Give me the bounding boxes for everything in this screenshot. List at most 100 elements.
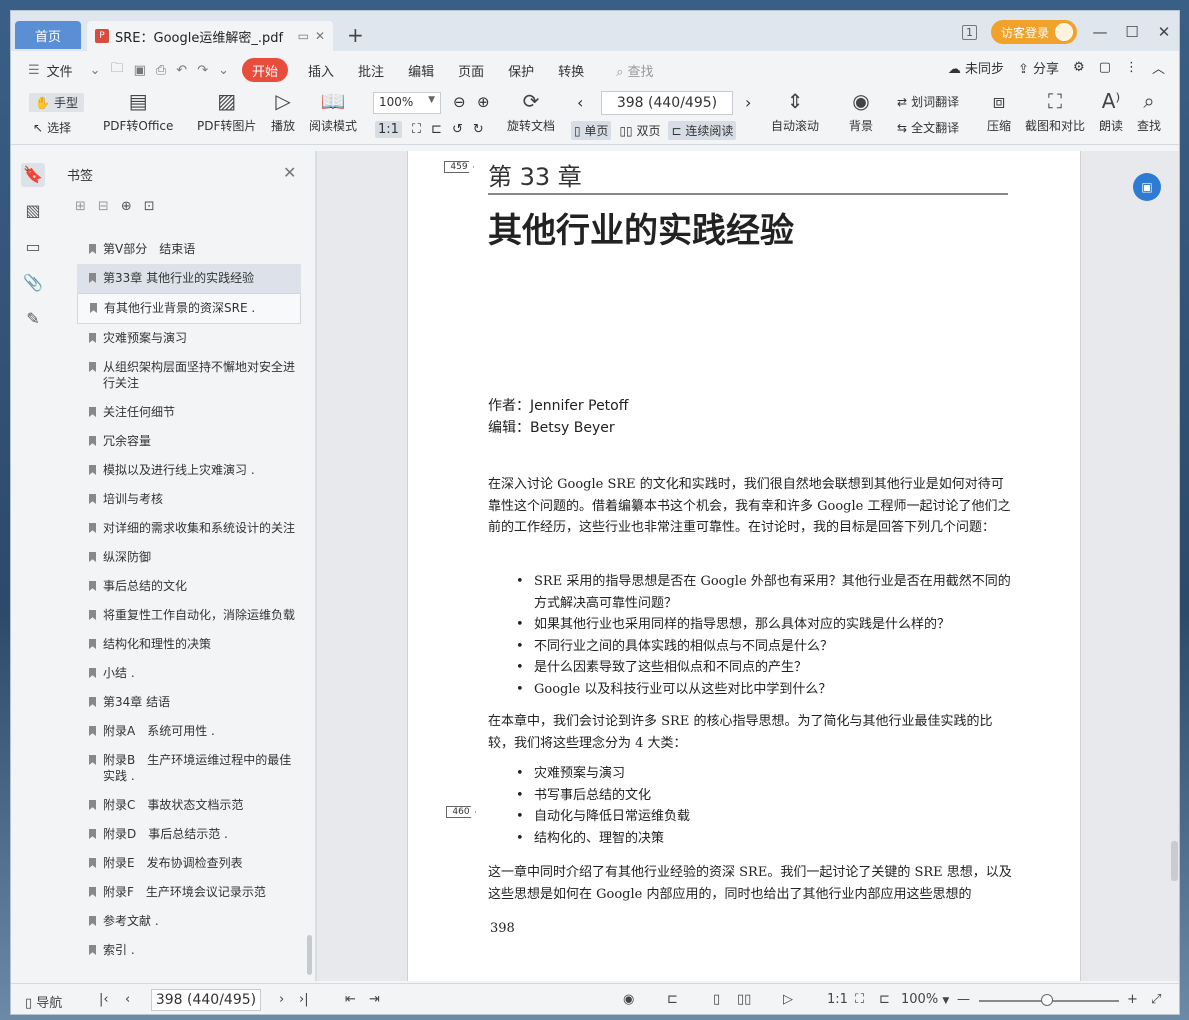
search-input[interactable]: ⌕ 查找	[596, 61, 673, 80]
continuous-read-button[interactable]: ⊏ 连续阅读	[668, 121, 737, 140]
page-number-input[interactable]: 398 (440/495)	[601, 91, 733, 115]
list-item[interactable]: 附录E 发布协调检查列表	[77, 849, 301, 878]
fit-page-icon[interactable]: ⛶	[412, 122, 421, 137]
list-item[interactable]: 结构化和理性的决策	[77, 630, 301, 659]
read-aloud-button[interactable]: A⁾ 朗读	[1099, 89, 1123, 134]
list-item[interactable]: 培训与考核	[77, 485, 301, 514]
fit-width-icon[interactable]: ⊏	[879, 992, 890, 1007]
select-tool-button[interactable]: ↖ 选择	[33, 119, 71, 136]
zoom-in-icon[interactable]: ⊕	[477, 93, 490, 111]
list-item[interactable]: 从组织架构层面坚持不懈地对安全进行关注	[77, 353, 301, 398]
close-icon[interactable]: ✕	[283, 163, 296, 182]
first-page-icon[interactable]: |‹	[99, 992, 109, 1007]
menu-edit[interactable]: 编辑	[396, 58, 446, 82]
settings-icon[interactable]: ⚙	[1073, 60, 1085, 75]
auto-scroll-button[interactable]: ⇕ 自动滚动	[771, 89, 819, 134]
fit-width-icon[interactable]: ⊏	[431, 122, 442, 137]
forward-icon[interactable]: ⇥	[369, 992, 380, 1007]
screen-icon[interactable]: ▭	[298, 29, 309, 43]
list-item[interactable]: 事后总结的文化	[77, 572, 301, 601]
menu-file[interactable]: 文件	[45, 58, 85, 82]
tab-home[interactable]: 首页	[15, 21, 81, 49]
hand-tool-button[interactable]: ✋ 手型	[29, 93, 84, 112]
fit-page-icon[interactable]: ⛶	[855, 992, 864, 1007]
prev-page-icon[interactable]: ‹	[577, 93, 583, 112]
float-tool-button[interactable]: ▣	[1133, 173, 1161, 201]
document-scrollbar[interactable]	[1171, 841, 1178, 881]
close-window-button[interactable]: ✕	[1155, 23, 1173, 41]
menu-start[interactable]: 开始	[242, 58, 289, 82]
rotate-left-icon[interactable]: ↺	[452, 122, 463, 137]
menu-convert[interactable]: 转换	[546, 58, 596, 82]
list-item[interactable]: 第Ⅴ部分 结束语	[77, 235, 301, 264]
nav-toggle[interactable]: ▯ 导航	[25, 992, 62, 1011]
zoom-out-icon[interactable]: —	[957, 992, 970, 1007]
single-page-icon[interactable]: ▯	[713, 992, 720, 1007]
guest-login-button[interactable]: 访客登录	[990, 20, 1077, 44]
actual-size-icon[interactable]: 1:1	[375, 121, 402, 138]
find-button[interactable]: ⌕ 查找	[1137, 89, 1161, 134]
actual-size-icon[interactable]: 1:1	[827, 992, 848, 1007]
close-tab-icon[interactable]: ✕	[315, 29, 325, 43]
full-translate-button[interactable]: ⇆ 全文翻译	[897, 119, 959, 136]
open-folder-icon[interactable]: 🗀	[106, 59, 129, 81]
menu-annotate[interactable]: 批注	[346, 58, 396, 82]
background-button[interactable]: ◉ 背景	[849, 89, 873, 134]
comment-icon[interactable]: ▭	[21, 235, 45, 259]
save-icon[interactable]: ▣	[129, 63, 151, 78]
pdf-to-office-button[interactable]: ▤ PDF转Office	[103, 89, 173, 134]
list-item[interactable]: 附录D 事后总结示范 .	[77, 820, 301, 849]
expand-all-icon[interactable]: ⊞	[75, 199, 86, 214]
list-item[interactable]: 纵深防御	[77, 543, 301, 572]
hamburger-icon[interactable]: ☰	[23, 63, 45, 78]
list-item[interactable]: 附录F 生产环境会议记录示范	[77, 878, 301, 907]
double-page-button[interactable]: ▯▯ 双页	[619, 122, 660, 139]
zoom-in-icon[interactable]: +	[1127, 992, 1138, 1007]
print-icon[interactable]: ⎙	[151, 63, 171, 78]
play-button[interactable]: ▷ 播放	[271, 89, 295, 134]
play-icon[interactable]: ▷	[783, 992, 793, 1007]
menu-protect[interactable]: 保护	[496, 58, 546, 82]
list-item[interactable]: 附录A 系统可用性 .	[77, 717, 301, 746]
more-icon[interactable]: ⋮	[1125, 60, 1138, 75]
signature-icon[interactable]: ✎	[21, 307, 45, 331]
last-page-icon[interactable]: ›|	[299, 992, 309, 1007]
menu-insert[interactable]: 插入	[296, 58, 346, 82]
prev-page-icon[interactable]: ‹	[125, 992, 130, 1007]
list-item[interactable]: 附录C 事故状态文档示范	[77, 791, 301, 820]
next-page-icon[interactable]: ›	[745, 93, 751, 112]
single-page-button[interactable]: ▯ 单页	[571, 121, 612, 140]
compress-button[interactable]: ⧈ 压缩	[987, 89, 1011, 134]
list-item[interactable]: 关注任何细节	[77, 398, 301, 427]
continuous-view-icon[interactable]: ⊏	[667, 992, 678, 1007]
zoom-select[interactable]: 100% ▼	[373, 92, 441, 114]
menu-page[interactable]: 页面	[446, 58, 496, 82]
list-item[interactable]: 第34章 结语	[77, 688, 301, 717]
fullscreen-icon[interactable]: ⤢	[1151, 992, 1161, 1007]
list-item[interactable]: 模拟以及进行线上灾难演习 .	[77, 456, 301, 485]
minimize-button[interactable]: —	[1091, 23, 1109, 41]
list-item[interactable]: 有其他行业背景的资深SRE .	[77, 293, 301, 324]
window-count-icon[interactable]: 1	[961, 24, 977, 40]
add-bookmark-icon[interactable]: ⊕	[121, 199, 132, 214]
next-page-icon[interactable]: ›	[279, 992, 284, 1007]
maximize-button[interactable]: ☐	[1123, 23, 1141, 41]
zoom-dropdown[interactable]: 100% ▼	[901, 992, 949, 1007]
bookmark-scrollbar[interactable]	[307, 935, 312, 975]
list-item[interactable]: 对详细的需求收集和系统设计的关注	[77, 514, 301, 543]
bookmark-outline-icon[interactable]: ⊡	[144, 199, 155, 214]
read-mode-button[interactable]: 📖 阅读模式	[309, 89, 357, 134]
collapse-all-icon[interactable]: ⊟	[98, 199, 109, 214]
list-item[interactable]: 灾难预案与演习	[77, 324, 301, 353]
share-button[interactable]: ⇪ 分享	[1018, 58, 1059, 77]
list-item[interactable]: 小结 .	[77, 659, 301, 688]
zoom-slider-handle[interactable]	[1041, 994, 1053, 1006]
eye-icon[interactable]: ◉	[623, 992, 634, 1007]
rotate-doc-button[interactable]: ⟳ 旋转文档	[507, 89, 555, 134]
status-page-input[interactable]: 398 (440/495)	[151, 989, 261, 1011]
chevron-down-icon[interactable]: ⌄	[85, 63, 106, 78]
back-icon[interactable]: ⇤	[345, 992, 356, 1007]
list-item[interactable]: 索引 .	[77, 936, 301, 965]
word-translate-button[interactable]: ⇄ 划词翻译	[897, 93, 959, 110]
list-item[interactable]: 将重复性工作自动化，消除运维负载	[77, 601, 301, 630]
